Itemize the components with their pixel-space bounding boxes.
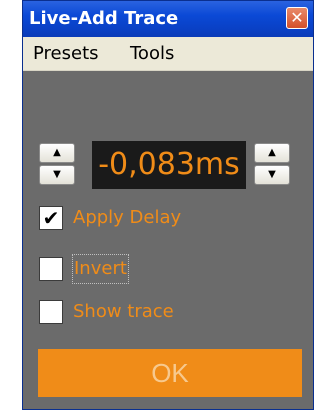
window-title: Live-Add Trace [29,8,179,29]
invert-label[interactable]: Invert [72,254,129,284]
left-spin-up-icon[interactable]: ▲ [39,143,75,163]
live-add-trace-window: Live-Add Trace ✕ Presets Tools ▲ ▼ -0,08… [22,0,314,410]
left-spin-down-icon[interactable]: ▼ [39,165,75,185]
title-bar: Live-Add Trace ✕ [23,1,313,37]
left-spinner: ▲ ▼ [39,143,75,185]
ok-button[interactable]: OK [38,349,302,397]
right-spin-down-icon[interactable]: ▼ [254,165,290,185]
right-spinner: ▲ ▼ [254,143,290,185]
show-trace-label[interactable]: Show trace [73,298,174,326]
apply-delay-label[interactable]: Apply Delay [73,204,181,232]
close-icon[interactable]: ✕ [286,7,308,29]
menu-presets[interactable]: Presets [33,37,99,71]
show-trace-checkbox[interactable] [39,300,63,324]
menu-bar: Presets Tools [23,37,313,71]
apply-delay-checkbox[interactable]: ✔ [39,206,63,230]
invert-checkbox[interactable] [39,257,63,281]
right-spin-up-icon[interactable]: ▲ [254,143,290,163]
menu-tools[interactable]: Tools [130,37,174,71]
delay-value-display: -0,083ms [92,141,246,189]
